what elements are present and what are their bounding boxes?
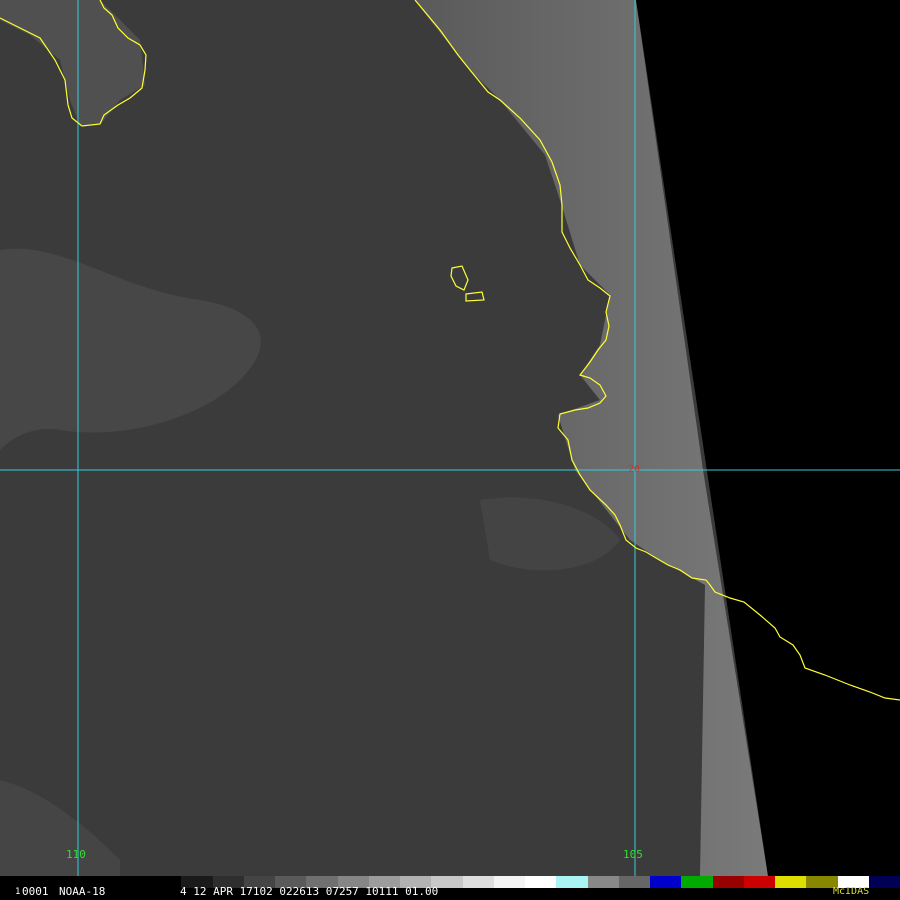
color-table-segment (868, 876, 900, 888)
color-table-segment (743, 876, 776, 888)
frame-prefix: 1 (15, 887, 21, 897)
color-table-segment (775, 876, 807, 888)
status-bar: 1 0001 NOAA-18 4 12 APR 17102 022613 072… (0, 876, 900, 900)
color-table-segment (587, 876, 620, 888)
lon-label-110: 110 (66, 848, 86, 861)
color-table-segment (462, 876, 495, 888)
sensor-label: NOAA-18 (59, 885, 106, 898)
lon-label-105: 105 (623, 848, 643, 861)
color-table-segment (150, 876, 182, 888)
satellite-image (0, 0, 900, 876)
color-table-segment (681, 876, 714, 888)
frame-number: 0001 (22, 885, 49, 898)
color-table-segment (556, 876, 589, 888)
brand-label: McIDAS (833, 886, 870, 897)
color-table-segment (712, 876, 745, 888)
color-table-segment (618, 876, 651, 888)
datetime-label: 4 12 APR 17102 022613 07257 10111 01.00 (180, 885, 439, 898)
lat-label-20: 20 (628, 464, 641, 475)
color-table-segment (493, 876, 526, 888)
color-table-segment (525, 876, 557, 888)
color-table-segment (650, 876, 682, 888)
